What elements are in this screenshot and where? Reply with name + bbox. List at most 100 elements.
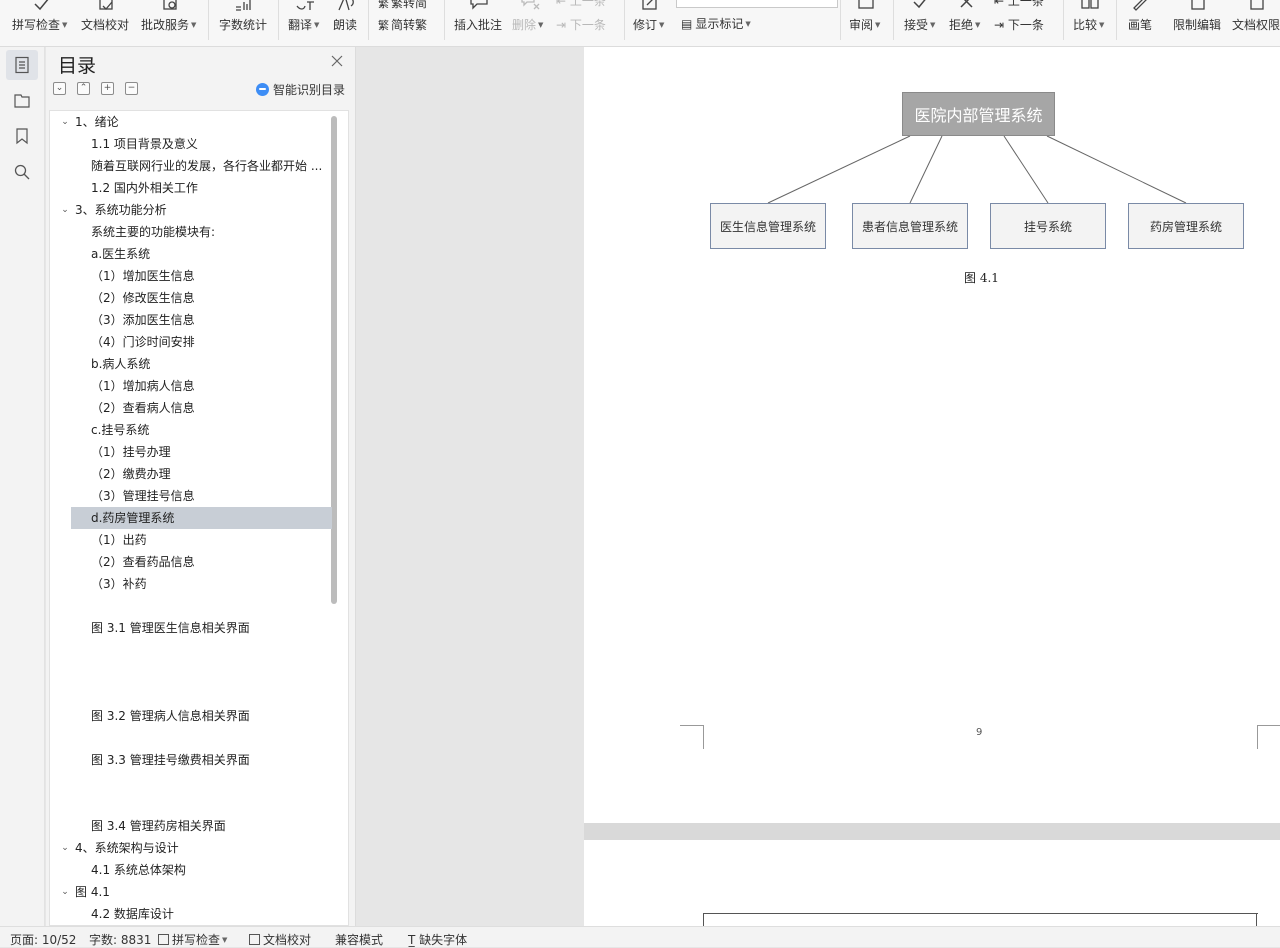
pen-button[interactable]: 画笔 [1128,0,1154,46]
document-canvas: 医院内部管理系统 医生信息管理系统 患者信息管理系统 挂号系统 药房管理系统 图… [357,47,1280,926]
smart-toc-button[interactable]: 智能识别目录 [255,81,345,98]
toc-item-label: 3、系统功能分析 [75,203,167,217]
chevron-down-icon[interactable]: ⌄ [60,199,70,221]
toc-item[interactable]: 图 3.3 管理挂号缴费相关界面 [50,749,332,771]
toc-item[interactable]: 4.1 系统总体架构 [50,859,332,881]
toc-item[interactable]: 图 3.4 管理药房相关界面 [50,815,332,837]
insert-comment-button[interactable]: 插入批注 [454,0,504,46]
chapter-nav-tab[interactable] [6,85,38,115]
org-chart-root[interactable]: 医院内部管理系统 [902,92,1055,136]
toc-item-label: （1）增加医生信息 [91,269,195,283]
reject-button[interactable]: 拒绝 ▼ [949,0,983,46]
checkmark-icon [31,0,53,12]
promote-icon[interactable]: + [101,82,114,95]
toc-item[interactable]: （1）增加医生信息 [50,265,332,287]
toc-item[interactable]: （3）补药 [50,573,332,595]
close-icon[interactable] [330,54,344,68]
translate-label: 翻译 ▼ [288,18,320,32]
change-nav-group: ⇤ 上一条 ⇥ 下一条 [994,0,1054,46]
missing-font-status[interactable]: T̲ 缺失字体 [408,931,467,948]
doc-permission-button[interactable]: 文档权限 [1232,0,1280,46]
toc-item[interactable]: （3）管理挂号信息 [50,485,332,507]
toc-item[interactable]: 系统主要的功能模块有: [50,221,332,243]
org-chart-child[interactable]: 患者信息管理系统 [852,203,968,249]
toc-item[interactable]: 1.2 国内外相关工作 [50,177,332,199]
table-left-border [703,913,704,926]
word-count-label: 字数统计 [219,18,268,32]
toc-item[interactable]: ⌄ 图 4.1 [50,881,332,903]
toc-item[interactable]: d.药房管理系统 [71,507,332,529]
batch-service-icon [159,0,181,12]
toc-item-label: b.病人系统 [91,357,151,371]
toc-item[interactable]: ⌄ 4、系统架构与设计 [50,837,332,859]
crop-mark [1257,725,1280,726]
prev-comment-button[interactable]: ⇤ 上一条 [556,0,606,9]
batch-service-button[interactable]: 批改服务 ▼ [141,0,199,46]
bookmark-tab[interactable] [6,121,38,151]
chevron-down-icon[interactable]: ⌄ [60,881,70,903]
toc-item[interactable]: 1.1 项目背景及意义 [50,133,332,155]
next-comment-button[interactable]: ⇥ 下一条 [556,16,606,33]
org-chart-child[interactable]: 医生信息管理系统 [710,203,826,249]
toc-item[interactable]: b.病人系统 [50,353,332,375]
toc-item[interactable]: （3）添加医生信息 [50,309,332,331]
chevron-down-icon[interactable]: ⌄ [60,111,70,133]
toc-item[interactable]: （4）门诊时间安排 [50,331,332,353]
org-chart-child[interactable]: 挂号系统 [990,203,1106,249]
toc-item-label: 图 4.1 [75,885,110,899]
show-markup-button[interactable]: ▤ 显示标记 ▼ [681,0,761,46]
read-aloud-button[interactable]: 朗读 [333,0,359,46]
expand-all-icon[interactable]: ⌄ [53,82,66,95]
toc-panel-tab[interactable] [6,50,38,80]
toc-item[interactable]: （1）挂号办理 [50,441,332,463]
bookmark-icon [16,128,28,145]
convert-icon: 繁 [378,0,389,10]
accept-button[interactable]: 接受 ▼ [904,0,938,46]
toc-item-label: 4、系统架构与设计 [75,841,179,855]
word-count-indicator[interactable]: 字数: 8831 [89,931,151,948]
trad-to-simp-button[interactable]: 繁繁转简 [378,0,427,11]
doc-proof-status[interactable]: 文档校对 [249,931,311,948]
toc-item[interactable]: （2）缴费办理 [50,463,332,485]
font-icon: T̲ [408,933,420,947]
track-changes-button[interactable]: 修订 ▼ [633,0,667,46]
toc-item-label: a.医生系统 [91,247,151,261]
collapse-all-icon[interactable]: ⌃ [77,82,90,95]
toc-item[interactable]: （1）出药 [50,529,332,551]
page[interactable] [584,840,1280,926]
next-change-button[interactable]: ⇥ 下一条 [994,16,1044,33]
simp-to-trad-button[interactable]: 繁简转繁 [378,16,427,33]
toc-item[interactable]: a.医生系统 [50,243,332,265]
demote-icon[interactable]: − [125,82,138,95]
toc-item[interactable]: 4.2 数据库设计 [50,903,332,925]
chevron-down-icon[interactable]: ⌄ [60,837,70,859]
toc-item[interactable]: 图 3.2 管理病人信息相关界面 [50,705,332,727]
restrict-edit-button[interactable]: 限制编辑 [1173,0,1223,46]
search-tab[interactable] [6,157,38,187]
toc-item[interactable]: ⌄ 1、绪论 [50,111,332,133]
translate-button[interactable]: 翻译 ▼ [288,0,322,46]
review-button[interactable]: 审阅 ▼ [849,0,883,46]
table-top-border [703,913,1258,914]
toc-item-label: （3）补药 [91,577,147,591]
toc-item[interactable]: （2）查看病人信息 [50,397,332,419]
toc-item[interactable]: 随着互联网行业的发展，各行各业都开始 ... [50,155,332,177]
toc-item-label: （2）修改医生信息 [91,291,195,305]
toc-item[interactable]: （1）增加病人信息 [50,375,332,397]
toc-item[interactable]: ⌄ 3、系统功能分析 [50,199,332,221]
spell-check-status[interactable]: 拼写检查 ▼ [158,931,227,948]
compare-button[interactable]: 比较 ▼ [1073,0,1107,46]
toc-item[interactable]: （2）修改医生信息 [50,287,332,309]
doc-proof-button[interactable]: 文档校对 [81,0,131,46]
delete-comment-button[interactable]: 删除 ▼ [512,0,548,46]
page-indicator[interactable]: 页面: 10/52 [10,931,76,948]
org-chart-child[interactable]: 药房管理系统 [1128,203,1244,249]
prev-change-button[interactable]: ⇤ 上一条 [994,0,1044,9]
toc-item[interactable]: 图 3.1 管理医生信息相关界面 [50,617,332,639]
spell-check-button[interactable]: 拼写检查 ▼ [12,0,72,46]
word-count-button[interactable]: 字数统计 [219,0,269,46]
compat-mode-status[interactable]: 兼容模式 [335,931,383,948]
doc-permission-icon [1246,0,1268,12]
toc-item[interactable]: c.挂号系统 [50,419,332,441]
toc-item[interactable]: （2）查看药品信息 [50,551,332,573]
